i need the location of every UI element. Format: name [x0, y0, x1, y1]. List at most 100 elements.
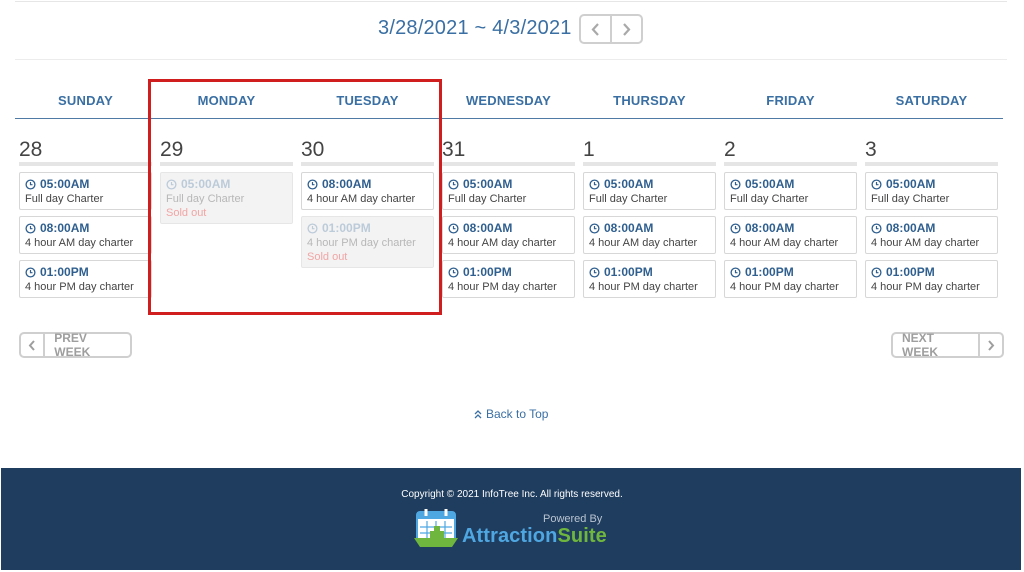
clock-icon	[589, 178, 600, 190]
time-slot[interactable]: 08:00AM 4 hour AM day charter	[19, 216, 152, 254]
slot-description: 4 hour PM day charter	[307, 237, 416, 249]
header-divider	[15, 59, 1007, 60]
back-to-top-link[interactable]: Back to Top	[474, 407, 548, 421]
clock-icon	[25, 178, 36, 190]
time-slot-sold-out: 05:00AM Full day Charter Sold out	[160, 172, 293, 224]
slot-description: 4 hour PM day charter	[448, 281, 557, 293]
clock-icon	[730, 178, 741, 190]
day-header-tuesday: TUESDAY	[336, 93, 399, 108]
slot-time: 08:00AM	[604, 221, 654, 235]
clock-icon	[589, 266, 600, 278]
week-nav-group	[579, 14, 643, 44]
clock-icon	[730, 222, 741, 234]
clock-icon	[871, 266, 882, 278]
time-slot[interactable]: 01:00PM 4 hour PM day charter	[724, 260, 857, 298]
time-slot[interactable]: 01:00PM 4 hour PM day charter	[865, 260, 998, 298]
slot-time: 05:00AM	[745, 177, 795, 191]
slot-time: 01:00PM	[886, 265, 935, 279]
time-slot[interactable]: 05:00AM Full day Charter	[442, 172, 575, 210]
chevron-left-icon	[591, 22, 599, 36]
date-divider	[442, 162, 575, 166]
slot-time: 05:00AM	[886, 177, 936, 191]
time-slot[interactable]: 05:00AM Full day Charter	[583, 172, 716, 210]
slot-time: 05:00AM	[40, 177, 90, 191]
time-slot[interactable]: 08:00AM 4 hour AM day charter	[865, 216, 998, 254]
time-slot[interactable]: 01:00PM 4 hour PM day charter	[442, 260, 575, 298]
slot-description: 4 hour PM day charter	[25, 281, 134, 293]
time-slot[interactable]: 05:00AM Full day Charter	[724, 172, 857, 210]
time-slot[interactable]: 08:00AM 4 hour AM day charter	[442, 216, 575, 254]
sold-out-label: Sold out	[307, 251, 348, 263]
slot-time: 08:00AM	[886, 221, 936, 235]
chevron-right-icon	[988, 339, 995, 351]
clock-icon	[25, 222, 36, 234]
date-number: 31	[442, 138, 466, 161]
back-to-top-label: Back to Top	[486, 407, 549, 421]
slot-time: 08:00AM	[745, 221, 795, 235]
slot-description: 4 hour PM day charter	[871, 281, 980, 293]
date-number: 2	[724, 138, 736, 161]
slot-time: 08:00AM	[40, 221, 90, 235]
day-header-monday: MONDAY	[197, 93, 256, 108]
date-number: 3	[865, 138, 877, 161]
date-divider	[19, 162, 152, 166]
time-slot[interactable]: 08:00AM 4 hour AM day charter	[583, 216, 716, 254]
slot-description: Full day Charter	[730, 193, 809, 205]
slot-time: 01:00PM	[745, 265, 794, 279]
prev-week-button[interactable]: PREV WEEK	[19, 331, 132, 359]
slot-time: 01:00PM	[604, 265, 653, 279]
date-number: 30	[301, 138, 325, 161]
chevron-right-icon	[623, 22, 631, 36]
clock-icon	[25, 266, 36, 278]
slot-description: 4 hour AM day charter	[589, 237, 698, 249]
double-chevron-up-icon	[474, 409, 482, 418]
clock-icon	[166, 178, 177, 190]
clock-icon	[589, 222, 600, 234]
clock-icon	[307, 178, 318, 190]
next-week-button[interactable]: NEXT WEEK	[891, 331, 1004, 359]
slot-time: 05:00AM	[463, 177, 513, 191]
sold-out-label: Sold out	[166, 207, 207, 219]
date-divider	[301, 162, 434, 166]
time-slot[interactable]: 01:00PM 4 hour PM day charter	[583, 260, 716, 298]
clock-icon	[448, 222, 459, 234]
prev-week-arrow-button[interactable]	[581, 16, 610, 42]
clock-icon	[448, 266, 459, 278]
time-slot[interactable]: 08:00AM 4 hour AM day charter	[301, 172, 434, 210]
slot-time: 05:00AM	[181, 177, 231, 191]
time-slot[interactable]: 01:00PM 4 hour PM day charter	[19, 260, 152, 298]
date-number: 29	[160, 138, 184, 161]
time-slot[interactable]: 08:00AM 4 hour AM day charter	[724, 216, 857, 254]
time-slot[interactable]: 05:00AM Full day Charter	[19, 172, 152, 210]
chevron-left-icon	[28, 339, 35, 351]
slot-description: 4 hour AM day charter	[730, 237, 839, 249]
top-divider	[15, 1, 1007, 2]
clock-icon	[871, 178, 882, 190]
slot-time: 05:00AM	[604, 177, 654, 191]
time-slot[interactable]: 05:00AM Full day Charter	[865, 172, 998, 210]
next-week-label: NEXT WEEK	[902, 331, 938, 359]
copyright-text: Copyright © 2021 InfoTree Inc. All right…	[401, 489, 623, 500]
slot-description: 4 hour AM day charter	[871, 237, 980, 249]
slot-description: Full day Charter	[25, 193, 104, 205]
date-divider	[583, 162, 716, 166]
day-header-sunday: SUNDAY	[58, 93, 113, 108]
day-header-saturday: SATURDAY	[895, 93, 968, 108]
slot-time: 01:00PM	[40, 265, 89, 279]
clock-icon	[871, 222, 882, 234]
slot-time: 01:00PM	[322, 221, 371, 235]
powered-by-text: Powered By	[543, 513, 603, 525]
prev-week-label: PREV WEEK	[54, 331, 91, 359]
slot-time: 08:00AM	[322, 177, 372, 191]
next-week-arrow-button[interactable]	[610, 16, 641, 42]
slot-description: 4 hour PM day charter	[730, 281, 839, 293]
slot-description: 4 hour AM day charter	[307, 193, 416, 205]
time-slot-sold-out: 01:00PM 4 hour PM day charter Sold out	[301, 216, 434, 268]
slot-description: Full day Charter	[448, 193, 527, 205]
day-header-wednesday: WEDNESDAY	[465, 93, 552, 108]
slot-description: Full day Charter	[166, 193, 245, 205]
date-divider	[865, 162, 998, 166]
slot-description: Full day Charter	[589, 193, 668, 205]
clock-icon	[730, 266, 741, 278]
date-number: 1	[583, 138, 595, 161]
